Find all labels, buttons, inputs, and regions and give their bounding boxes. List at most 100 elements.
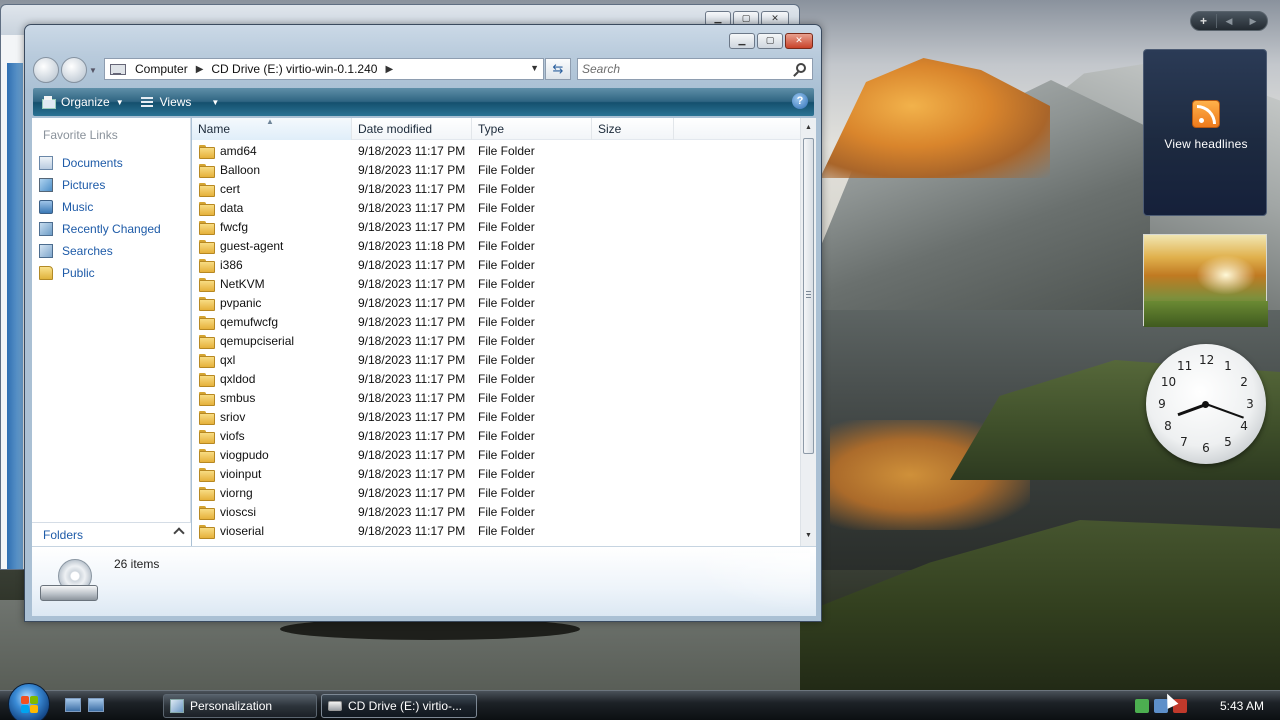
search-input[interactable]	[578, 59, 778, 79]
file-row[interactable]: amd64 9/18/2023 11:17 PM File Folder	[192, 141, 800, 160]
favorite-link-music[interactable]: Music	[39, 196, 161, 218]
file-row[interactable]: sriov 9/18/2023 11:17 PM File Folder	[192, 407, 800, 426]
file-row[interactable]: vioinput 9/18/2023 11:17 PM File Folder	[192, 464, 800, 483]
background-window-pane	[7, 63, 23, 569]
file-date: 9/18/2023 11:18 PM	[358, 238, 466, 253]
file-row[interactable]: cert 9/18/2023 11:17 PM File Folder	[192, 179, 800, 198]
file-type: File Folder	[478, 428, 535, 443]
personalization-icon	[170, 699, 184, 713]
file-row[interactable]: qemupciserial 9/18/2023 11:17 PM File Fold…	[192, 331, 800, 350]
searches-icon	[39, 244, 53, 258]
windows-logo-icon	[21, 696, 39, 714]
scrollbar-thumb[interactable]	[803, 138, 814, 454]
column-header-date-modified[interactable]: Date modified	[352, 118, 472, 140]
next-gadgets-icon[interactable]: ▶	[1241, 16, 1265, 27]
favorite-link-searches[interactable]: Searches	[39, 240, 161, 262]
breadcrumb-cd-drive[interactable]: CD Drive (E:) virtio-win-0.1.240	[211, 62, 377, 76]
show-desktop-icon[interactable]	[65, 698, 81, 712]
file-date: 9/18/2023 11:17 PM	[358, 200, 466, 215]
security-icon[interactable]	[1135, 698, 1149, 713]
clock-gadget[interactable]: 1 2 3 4 5 6 7 8 9 10 11 12	[1146, 344, 1266, 464]
view-headlines-link[interactable]: View headlines	[1144, 137, 1268, 151]
file-row[interactable]: Balloon 9/18/2023 11:17 PM File Folder	[192, 160, 800, 179]
folder-icon	[199, 163, 215, 178]
public-folder-icon	[39, 266, 53, 280]
address-bar[interactable]: Computer ▶ CD Drive (E:) virtio-win-0.1.…	[104, 58, 544, 80]
start-button[interactable]	[8, 683, 50, 720]
column-header-size[interactable]: Size	[592, 118, 674, 140]
file-row[interactable]: pvpanic 9/18/2023 11:17 PM File Folder	[192, 293, 800, 312]
documents-icon	[39, 156, 53, 170]
favorite-link-documents[interactable]: Documents	[39, 152, 161, 174]
file-row[interactable]: guest-agent 9/18/2023 11:18 PM File Folder	[192, 236, 800, 255]
forward-button[interactable]	[61, 57, 87, 83]
file-name-cell: qxl	[192, 353, 352, 368]
back-button[interactable]	[33, 57, 59, 83]
file-name: qemufwcfg	[220, 314, 279, 329]
recent-pages-dropdown[interactable]: ▼	[89, 66, 97, 75]
column-header-label: Date modified	[358, 122, 433, 136]
file-name-cell: fwcfg	[192, 220, 352, 235]
favorite-link-pictures[interactable]: Pictures	[39, 174, 161, 196]
views-button[interactable]: Views ▼	[132, 90, 228, 114]
scroll-down-icon[interactable]: ▼	[801, 528, 816, 544]
breadcrumb-separator-icon[interactable]: ▶	[196, 64, 204, 75]
folder-icon	[199, 448, 215, 463]
file-name: viogpudo	[220, 447, 269, 462]
organize-button[interactable]: Organize ▼	[33, 90, 132, 114]
address-dropdown-icon[interactable]: ▼	[530, 63, 539, 73]
rss-icon	[1192, 100, 1220, 128]
file-row[interactable]: smbus 9/18/2023 11:17 PM File Folder	[192, 388, 800, 407]
file-row[interactable]: qxl 9/18/2023 11:17 PM File Folder	[192, 350, 800, 369]
file-row[interactable]: NetKVM 9/18/2023 11:17 PM File Folder	[192, 274, 800, 293]
refresh-button[interactable]: ⇆	[545, 58, 571, 80]
breadcrumb-separator-icon[interactable]: ▶	[385, 64, 393, 75]
taskbar-button-cd-drive[interactable]: CD Drive (E:) virtio-...	[321, 694, 477, 718]
file-row[interactable]: data 9/18/2023 11:17 PM File Folder	[192, 198, 800, 217]
clock-numeral: 1	[1224, 358, 1232, 373]
favorite-link-recently-changed[interactable]: Recently Changed	[39, 218, 161, 240]
file-row[interactable]: vioscsi 9/18/2023 11:17 PM File Folder	[192, 502, 800, 521]
slideshow-gadget[interactable]	[1143, 234, 1268, 327]
file-type: File Folder	[478, 162, 535, 177]
folder-icon	[199, 182, 215, 197]
vertical-scrollbar[interactable]: ▲ ▼	[800, 118, 816, 546]
file-row[interactable]: i386 9/18/2023 11:17 PM File Folder	[192, 255, 800, 274]
column-header-type[interactable]: Type	[472, 118, 592, 140]
folder-icon	[199, 353, 215, 368]
folder-icon	[199, 334, 215, 349]
notification-area: 5:43 AM	[1130, 691, 1280, 720]
feed-headlines-gadget[interactable]: View headlines	[1143, 49, 1267, 216]
close-button[interactable]: ✕	[785, 33, 813, 49]
breadcrumb-computer[interactable]: Computer	[135, 62, 188, 76]
taskbar-clock[interactable]: 5:43 AM	[1220, 699, 1264, 713]
file-row[interactable]: fwcfg 9/18/2023 11:17 PM File Folder	[192, 217, 800, 236]
favorite-link-public[interactable]: Public	[39, 262, 161, 284]
file-row[interactable]: qxldod 9/18/2023 11:17 PM File Folder	[192, 369, 800, 388]
help-icon[interactable]: ?	[792, 93, 808, 109]
add-gadget-button[interactable]: +	[1191, 14, 1217, 28]
folders-label: Folders	[43, 527, 84, 542]
folder-icon	[199, 144, 215, 159]
file-date: 9/18/2023 11:17 PM	[358, 428, 466, 443]
switch-windows-icon[interactable]	[88, 698, 104, 712]
clock-numeral: 8	[1164, 419, 1172, 433]
folders-toggle[interactable]: Folders	[32, 522, 191, 546]
taskbar-button-personalization[interactable]: Personalization	[163, 694, 317, 718]
file-row[interactable]: viorng 9/18/2023 11:17 PM File Folder	[192, 483, 800, 502]
file-row[interactable]: viogpudo 9/18/2023 11:17 PM File Folder	[192, 445, 800, 464]
file-name-cell: vioinput	[192, 467, 352, 482]
scroll-up-icon[interactable]: ▲	[801, 120, 816, 136]
file-name: Balloon	[220, 162, 261, 177]
column-header-name[interactable]: ▲ Name	[192, 118, 352, 140]
previous-gadgets-icon[interactable]: ◀	[1217, 16, 1241, 27]
file-type: File Folder	[478, 276, 535, 291]
file-row[interactable]: vioserial 9/18/2023 11:17 PM File Folder	[192, 521, 800, 540]
search-icon[interactable]	[796, 63, 806, 73]
maximize-button[interactable]: ▢	[757, 33, 783, 49]
file-row[interactable]: viofs 9/18/2023 11:17 PM File Folder	[192, 426, 800, 445]
minimize-button[interactable]: ▁	[729, 33, 755, 49]
file-date: 9/18/2023 11:17 PM	[358, 314, 466, 329]
search-box[interactable]	[577, 58, 813, 80]
file-row[interactable]: qemufwcfg 9/18/2023 11:17 PM File Folder	[192, 312, 800, 331]
